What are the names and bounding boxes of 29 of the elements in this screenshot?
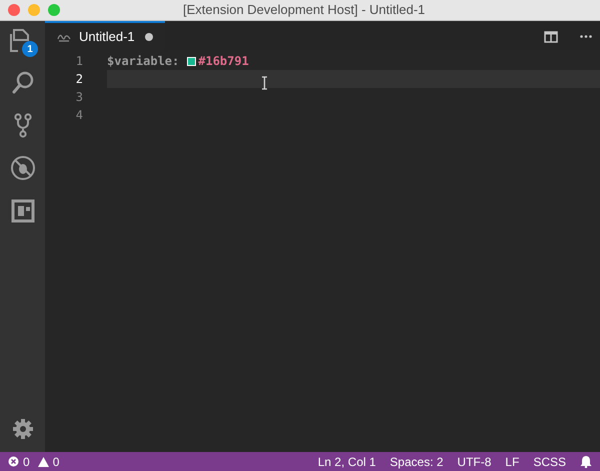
warning-count[interactable]: 0 <box>52 452 60 470</box>
status-item[interactable]: LF <box>505 452 520 470</box>
extensions-icon[interactable] <box>10 198 36 224</box>
error-icon[interactable] <box>8 456 19 467</box>
line-number: 3 <box>74 89 84 106</box>
close-button[interactable] <box>8 4 20 16</box>
split-editor-icon[interactable] <box>544 31 558 43</box>
line-number: 2 <box>74 71 84 88</box>
window-title: [Extension Development Host] - Untitled-1 <box>182 1 426 20</box>
file-icon <box>57 32 71 42</box>
status-item[interactable]: Ln 2, Col 1 <box>318 452 376 470</box>
count-badge: 1 <box>22 41 38 57</box>
color-swatch[interactable] <box>187 56 196 66</box>
status-item[interactable]: Spaces: 2 <box>390 452 444 470</box>
status-item[interactable]: SCSS <box>533 452 566 470</box>
line-number: 1 <box>74 53 84 70</box>
search-icon[interactable] <box>10 69 36 95</box>
error-count[interactable]: 0 <box>23 452 30 470</box>
settings-icon[interactable] <box>12 418 34 440</box>
variable-name: $variable: <box>107 53 180 70</box>
more-actions-icon[interactable] <box>580 35 592 38</box>
status-item[interactable]: UTF-8 <box>457 452 492 470</box>
text-cursor-icon <box>261 76 268 90</box>
bell-icon[interactable] <box>580 455 592 468</box>
warning-icon[interactable] <box>38 456 49 466</box>
line-number: 4 <box>74 107 84 124</box>
color-value: #16b791 <box>198 53 249 70</box>
debug-icon[interactable] <box>10 155 36 181</box>
files-icon[interactable] <box>10 29 29 52</box>
